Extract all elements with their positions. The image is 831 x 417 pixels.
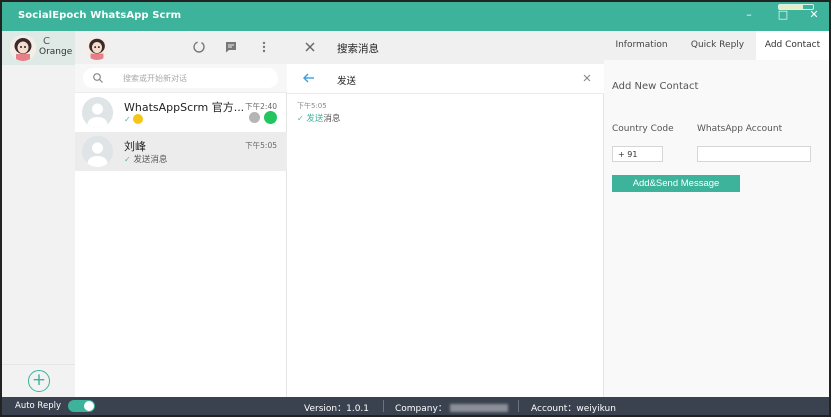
chat-list-item[interactable]: 刘峰 下午5:05 ✓ 发送消息 bbox=[75, 132, 287, 171]
contact-avatar bbox=[82, 97, 113, 128]
refresh-icon[interactable]: C bbox=[43, 36, 50, 47]
close-window-button[interactable]: ✕ bbox=[805, 6, 823, 24]
divider bbox=[2, 364, 75, 365]
account-avatar bbox=[10, 35, 36, 61]
country-code-field[interactable] bbox=[612, 146, 663, 162]
chat-list-item[interactable]: WhatsAppScrm 官方... 下午2:40 ✓ bbox=[75, 93, 287, 132]
company-label: Company： bbox=[395, 404, 447, 414]
result-text: ✓ 发送消息 bbox=[297, 112, 340, 124]
title-bar: SocialEpoch WhatsApp Scrm – □ ✕ bbox=[2, 2, 829, 31]
status-bar: Auto Reply Version：1.0.1 Company： Accoun… bbox=[2, 397, 829, 415]
contact-avatar bbox=[82, 136, 113, 167]
chat-list-header bbox=[75, 31, 287, 64]
my-avatar[interactable] bbox=[85, 36, 109, 60]
auto-reply-label: Auto Reply bbox=[15, 401, 61, 411]
app-title: SocialEpoch WhatsApp Scrm bbox=[18, 10, 182, 21]
company-info: Company： bbox=[395, 401, 508, 414]
divider bbox=[383, 400, 384, 412]
pin-icon[interactable] bbox=[249, 112, 260, 123]
account-name: Orange bbox=[39, 47, 73, 57]
sent-check-icon: ✓ bbox=[124, 155, 131, 164]
country-code-label: Country Code bbox=[612, 124, 674, 134]
chat-icon[interactable] bbox=[224, 40, 238, 54]
chat-search-box bbox=[83, 68, 278, 88]
add-send-message-button[interactable]: Add&Send Message bbox=[612, 175, 740, 192]
message-search-bar: 发送 bbox=[287, 64, 604, 94]
account-value: weiyikun bbox=[576, 404, 616, 414]
smile-emoji-icon bbox=[132, 114, 143, 124]
chat-time: 下午5:05 bbox=[245, 141, 277, 150]
chat-list-panel: WhatsAppScrm 官方... 下午2:40 ✓ 刘峰 下午5:05 ✓ … bbox=[75, 31, 287, 397]
chat-name: 刘峰 bbox=[124, 140, 146, 153]
message-search-header: 搜索消息 bbox=[287, 31, 604, 64]
right-panel: Information Quick Reply Add Contact Add … bbox=[604, 31, 829, 397]
version-value: 1.0.1 bbox=[346, 404, 370, 414]
whatsapp-account-field[interactable] bbox=[697, 146, 811, 162]
minimize-button[interactable]: – bbox=[740, 6, 758, 24]
tab-add-contact[interactable]: Add Contact bbox=[756, 31, 829, 60]
sent-check-icon: ✓ bbox=[297, 114, 304, 123]
sent-check-icon: ✓ bbox=[124, 115, 131, 124]
right-panel-tabs: Information Quick Reply Add Contact bbox=[604, 31, 829, 60]
whatsapp-account-label: WhatsApp Account bbox=[697, 124, 783, 134]
divider bbox=[518, 400, 519, 412]
chat-preview: ✓ 发送消息 bbox=[124, 153, 167, 165]
result-highlight: 发送 bbox=[306, 114, 324, 124]
menu-icon[interactable] bbox=[257, 40, 271, 54]
chat-search-input[interactable] bbox=[123, 71, 273, 85]
unread-badge bbox=[264, 111, 277, 124]
account-label: Account： bbox=[531, 404, 577, 414]
clear-icon[interactable] bbox=[581, 72, 593, 84]
message-search-input[interactable]: 发送 bbox=[337, 73, 356, 87]
search-icon bbox=[92, 72, 104, 84]
close-icon[interactable] bbox=[303, 40, 317, 54]
add-contact-title: Add New Contact bbox=[612, 81, 699, 92]
app-window: SocialEpoch WhatsApp Scrm – □ ✕ C Orange… bbox=[0, 0, 831, 417]
tab-quick-reply[interactable]: Quick Reply bbox=[679, 31, 756, 60]
auto-reply-toggle[interactable] bbox=[68, 400, 95, 412]
chat-preview-text: 发送消息 bbox=[133, 155, 168, 165]
add-account-icon[interactable]: + bbox=[28, 370, 50, 392]
chat-name: WhatsAppScrm 官方... bbox=[124, 101, 245, 114]
chat-search-bar bbox=[75, 64, 287, 93]
tab-information[interactable]: Information bbox=[604, 31, 679, 60]
search-result-item[interactable]: 下午5:05 ✓ 发送消息 bbox=[297, 101, 340, 124]
message-search-panel: 搜索消息 发送 下午5:05 ✓ 发送消息 bbox=[287, 31, 604, 397]
chat-preview: ✓ bbox=[124, 114, 143, 125]
company-redacted bbox=[449, 404, 508, 412]
version-label: Version： bbox=[304, 404, 347, 414]
status-refresh-icon[interactable] bbox=[192, 40, 206, 54]
account-info: Account：weiyikun bbox=[531, 401, 616, 414]
version-info: Version：1.0.1 bbox=[304, 401, 369, 414]
message-search-title: 搜索消息 bbox=[337, 43, 379, 55]
back-arrow-icon[interactable] bbox=[302, 71, 316, 85]
result-time: 下午5:05 bbox=[297, 102, 327, 110]
maximize-button[interactable]: □ bbox=[774, 6, 792, 24]
result-rest: 消息 bbox=[323, 114, 341, 124]
account-sidebar: C Orange + bbox=[2, 31, 75, 397]
account-item-active[interactable]: C Orange bbox=[2, 31, 75, 65]
